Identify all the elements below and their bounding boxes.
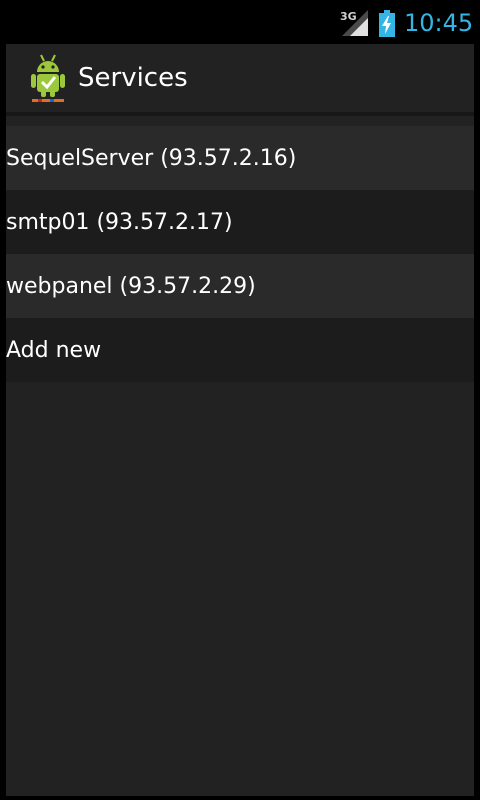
- battery-charging-icon: [379, 10, 395, 37]
- service-item-smtp01[interactable]: smtp01 (93.57.2.17): [6, 190, 474, 254]
- service-item-webpanel[interactable]: webpanel (93.57.2.29): [6, 254, 474, 318]
- action-bar-divider: [6, 112, 474, 116]
- status-bar: 3G 10:45: [0, 0, 480, 44]
- screen-bottom-edge: [0, 796, 480, 800]
- service-label: smtp01 (93.57.2.17): [6, 209, 233, 235]
- page-title: Services: [78, 63, 188, 93]
- service-label: webpanel (93.57.2.29): [6, 273, 256, 299]
- android-app-icon[interactable]: [28, 52, 68, 104]
- service-item-sequelserver[interactable]: SequelServer (93.57.2.16): [6, 126, 474, 190]
- app-window: Services SequelServer (93.57.2.16) smtp0…: [6, 44, 474, 796]
- phone-screen: 3G 10:45 Services SequelServer (93.57.2.…: [0, 0, 480, 800]
- service-label: SequelServer (93.57.2.16): [6, 145, 297, 171]
- add-new-label: Add new: [6, 337, 102, 363]
- add-new-item[interactable]: Add new: [6, 318, 474, 382]
- services-list: SequelServer (93.57.2.16) smtp01 (93.57.…: [6, 126, 474, 382]
- action-bar: Services: [6, 44, 474, 112]
- clock: 10:45: [404, 9, 474, 37]
- signal-strength-icon: [342, 10, 368, 36]
